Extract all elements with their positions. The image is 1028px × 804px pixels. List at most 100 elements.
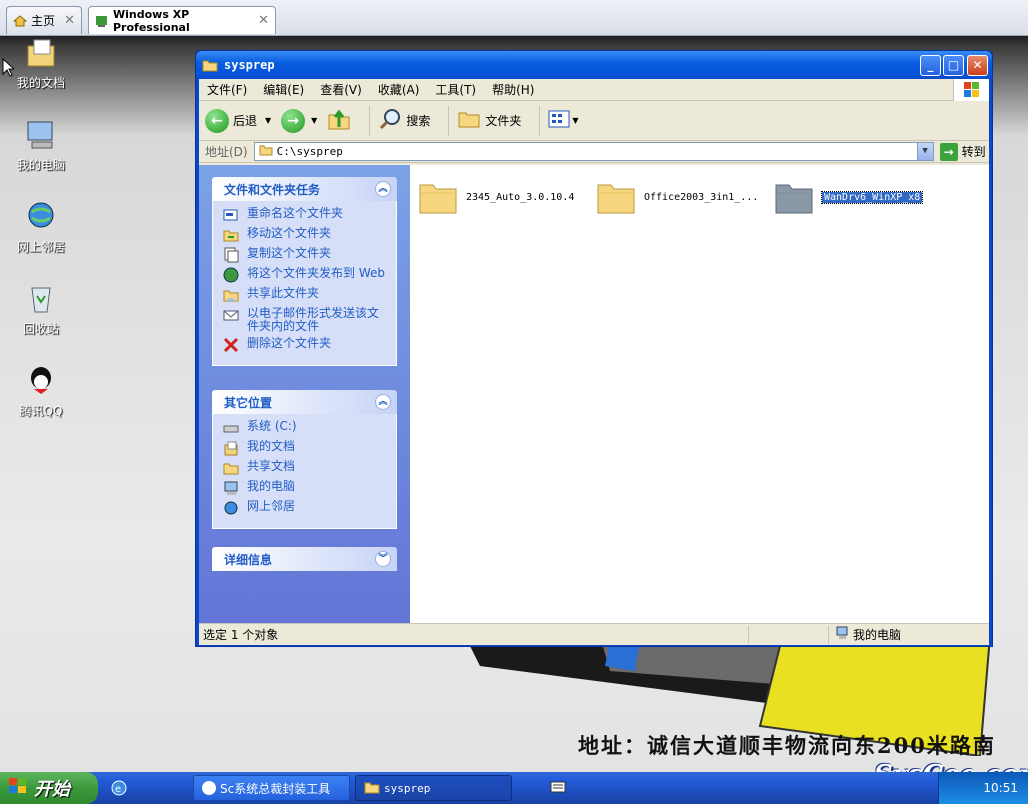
window-titlebar[interactable]: sysprep _ □ ✕ <box>196 51 992 79</box>
task-move[interactable]: 移动这个文件夹 <box>223 227 388 243</box>
folder-icon <box>364 780 380 797</box>
chevron-down-icon[interactable]: ▼ <box>572 116 578 125</box>
maximize-button[interactable]: □ <box>943 55 964 76</box>
place-shared-documents[interactable]: 共享文档 <box>223 460 388 476</box>
search-button[interactable]: 搜索 <box>378 107 430 134</box>
folder-item[interactable]: 2345_Auto_3.0.10.4 <box>418 179 574 215</box>
places-panel-title: 其它位置 <box>224 395 273 410</box>
menu-tools[interactable]: 工具(T) <box>435 81 476 98</box>
address-input[interactable]: C:\sysprep ▼ <box>253 142 934 161</box>
task-pane: 文件和文件夹任务 ︽ 重命名这个文件夹 移动这个文件夹 复制这个文件夹 将这个文… <box>199 165 410 623</box>
minimize-button[interactable]: _ <box>920 55 941 76</box>
place-system-c[interactable]: 系统 (C:) <box>223 420 388 436</box>
rename-icon <box>223 207 239 223</box>
tab-home[interactable]: 主页 ✕ <box>6 6 82 34</box>
places-panel: 其它位置 ︽ 系统 (C:) 我的文档 共享文档 我的电脑 网上邻居 <box>212 390 397 529</box>
ie-quicklaunch-icon[interactable]: e <box>110 779 128 800</box>
forward-arrow-icon: → <box>281 108 306 133</box>
task-email[interactable]: 以电子邮件形式发送该文件夹内的文件 <box>223 307 388 333</box>
chevron-down-icon[interactable]: ▼ <box>916 143 933 160</box>
desktop-icon-my-documents[interactable]: 我的文档 <box>6 36 76 91</box>
explorer-window: sysprep _ □ ✕ 文件(F) 编辑(E) 查看(V) 收藏(A) 工具… <box>195 50 993 647</box>
taskbar: 开始 e Sc系统总裁封装工具 sysprep 10:51 <box>0 772 1028 804</box>
up-folder-icon <box>327 107 351 134</box>
forward-button[interactable]: → ▼ <box>281 108 317 133</box>
wallpaper-logo: SysCeo.com <box>874 760 1028 772</box>
desktop-icon-recycle-bin[interactable]: 回收站 <box>6 282 76 337</box>
views-icon <box>548 108 572 133</box>
toolbar: ← 后退 ▼ → ▼ 搜索 文件夹 ▼ <box>199 101 989 141</box>
task-delete[interactable]: 删除这个文件夹 <box>223 337 388 353</box>
menu-bar: 文件(F) 编辑(E) 查看(V) 收藏(A) 工具(T) 帮助(H) <box>199 79 989 101</box>
places-panel-body: 系统 (C:) 我的文档 共享文档 我的电脑 网上邻居 <box>212 414 397 529</box>
desktop-icon-network[interactable]: 网上邻居 <box>6 200 76 255</box>
task-sysprep[interactable]: sysprep <box>355 775 512 801</box>
window-title: sysprep <box>224 58 275 72</box>
menu-view[interactable]: 查看(V) <box>320 81 362 98</box>
move-folder-icon <box>223 227 239 243</box>
menu-help[interactable]: 帮助(H) <box>492 81 534 98</box>
start-label: 开始 <box>34 779 70 800</box>
vm-tab-bar: 主页 ✕ Windows XP Professional ✕ <box>0 0 1028 36</box>
details-panel-title: 详细信息 <box>224 552 273 567</box>
up-folder-button[interactable] <box>327 107 351 134</box>
folder-name: Office2003_3in1_... <box>644 191 759 203</box>
tab-home-label: 主页 <box>31 14 56 28</box>
tab-windows-xp[interactable]: Windows XP Professional ✕ <box>88 6 276 34</box>
task-copy[interactable]: 复制这个文件夹 <box>223 247 388 263</box>
search-icon <box>378 107 402 134</box>
collapse-icon[interactable]: ︽ <box>375 181 391 197</box>
svg-text:e: e <box>115 784 121 795</box>
folders-icon <box>457 107 481 134</box>
windows-logo-icon <box>8 777 28 800</box>
keyboard-icon[interactable] <box>550 781 566 796</box>
close-icon[interactable]: ✕ <box>258 13 269 28</box>
folder-icon <box>774 179 814 215</box>
folder-icon <box>223 460 239 476</box>
tasks-panel-header[interactable]: 文件和文件夹任务 ︽ <box>212 177 397 201</box>
details-panel-header[interactable]: 详细信息 ︾ <box>212 547 397 571</box>
back-arrow-icon: ← <box>205 108 229 133</box>
toolbar-separator <box>448 105 450 136</box>
folder-item[interactable]: Office2003_3in1_... <box>596 179 758 215</box>
go-button[interactable]: → 转到 <box>939 142 986 161</box>
my-computer-icon <box>24 118 58 152</box>
task-sc-tool[interactable]: Sc系统总裁封装工具 <box>193 775 350 801</box>
menu-file[interactable]: 文件(F) <box>207 81 247 98</box>
desktop-icon-my-computer[interactable]: 我的电脑 <box>6 118 76 173</box>
folders-label: 文件夹 <box>485 114 522 128</box>
start-button[interactable]: 开始 <box>0 772 98 804</box>
desktop-icon-label: 我的电脑 <box>16 158 65 172</box>
chevron-down-icon[interactable]: ▼ <box>311 116 317 125</box>
views-button[interactable]: ▼ <box>548 108 579 133</box>
close-icon[interactable]: ✕ <box>64 13 75 28</box>
desktop-icon-label: 网上邻居 <box>16 240 65 254</box>
expand-icon[interactable]: ︾ <box>375 551 391 567</box>
place-my-documents[interactable]: 我的文档 <box>223 440 388 456</box>
desktop-icon-qq[interactable]: 腾讯QQ <box>6 364 76 419</box>
menu-edit[interactable]: 编辑(E) <box>263 81 304 98</box>
places-panel-header[interactable]: 其它位置 ︽ <box>212 390 397 414</box>
desktop-icon-label: 我的文档 <box>16 76 65 90</box>
folder-icon <box>202 58 218 72</box>
menu-favorites[interactable]: 收藏(A) <box>378 81 420 98</box>
place-network[interactable]: 网上邻居 <box>223 500 388 516</box>
folder-item-selected[interactable]: WanDrv6_WinXP_x8 <box>774 179 924 215</box>
task-publish-web[interactable]: 将这个文件夹发布到 Web <box>223 267 388 283</box>
task-rename[interactable]: 重命名这个文件夹 <box>223 207 388 223</box>
content-area: 文件和文件夹任务 ︽ 重命名这个文件夹 移动这个文件夹 复制这个文件夹 将这个文… <box>199 165 989 623</box>
share-folder-icon <box>223 287 239 303</box>
folders-button[interactable]: 文件夹 <box>457 107 521 134</box>
go-arrow-icon: → <box>939 142 958 161</box>
windows-logo-icon <box>953 79 989 101</box>
back-button[interactable]: ← 后退 ▼ <box>205 108 271 133</box>
close-button[interactable]: ✕ <box>967 55 988 76</box>
folder-icon <box>596 179 636 215</box>
task-share[interactable]: 共享此文件夹 <box>223 287 388 303</box>
my-documents-icon <box>223 440 239 456</box>
collapse-icon[interactable]: ︽ <box>375 394 391 410</box>
toolbar-separator <box>539 105 541 136</box>
wallpaper-motto: 地址：诚信大道顺丰物流向东200米路南 <box>578 733 996 758</box>
place-my-computer[interactable]: 我的电脑 <box>223 480 388 496</box>
chevron-down-icon[interactable]: ▼ <box>265 116 271 125</box>
